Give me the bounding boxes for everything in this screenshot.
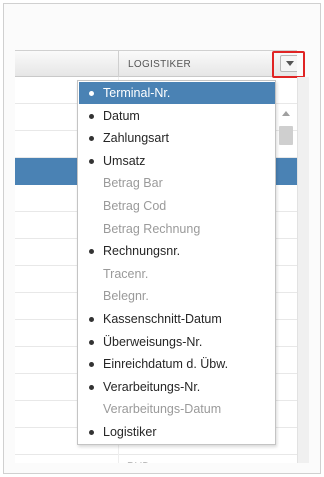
bullet-icon [89, 249, 94, 255]
column-menu-item[interactable]: Datum [79, 105, 275, 127]
column-menu-item-label: Zahlungsart [103, 131, 170, 146]
cell-logistiker: PUD [127, 461, 150, 463]
column-menu-item-label: Rechnungsnr. [103, 244, 181, 259]
column-menu-item[interactable]: Verarbeitungs-Datum [79, 398, 275, 420]
column-menu-item[interactable]: Überweisungs-Nr. [79, 331, 275, 353]
column-menu-item-label: Datum [103, 108, 140, 123]
column-menu-item-label: Umsatz [103, 153, 146, 168]
column-menu-item-label: Einreichdatum d. Übw. [103, 357, 229, 372]
column-menu-item[interactable]: Belegnr. [79, 285, 275, 307]
column-menu-item[interactable]: Tracenr. [79, 263, 275, 285]
column-menu-item-label: Betrag Cod [103, 199, 167, 213]
column-menu-item-label: Terminal-Nr. [103, 86, 171, 100]
column-menu-item[interactable]: Einreichdatum d. Übw. [79, 353, 275, 375]
bullet-icon [89, 317, 94, 322]
cell-divider [118, 455, 119, 463]
bullet-icon [89, 384, 94, 390]
column-menu-item-label: Logistiker [103, 425, 157, 439]
menu-scrollbar[interactable] [279, 111, 294, 453]
column-menu-item[interactable]: Terminal-Nr. [79, 82, 275, 104]
column-header-logistiker[interactable]: LOGISTIKER [128, 59, 191, 70]
column-menu-item-label: Betrag Bar [103, 176, 163, 191]
column-divider[interactable] [118, 51, 119, 78]
scroll-thumb[interactable] [279, 126, 293, 145]
column-menu-item-label: Betrag Rechnung [103, 221, 201, 236]
bullet-icon [89, 136, 94, 142]
arrow-up-icon[interactable] [282, 111, 290, 116]
column-menu-item-label: Belegnr. [103, 289, 149, 304]
column-menu-item[interactable]: Betrag Cod [79, 195, 275, 217]
column-menu-item-label: Verarbeitungs-Nr. [103, 379, 201, 394]
column-menu-item-label: Überweisungs-Nr. [103, 334, 203, 349]
column-menu-item-label: Tracenr. [103, 266, 149, 281]
column-menu-item[interactable]: Logistiker [79, 421, 275, 443]
bullet-icon [89, 113, 94, 119]
column-menu-item[interactable]: Rechnungsnr. [79, 240, 275, 262]
bullet-icon [89, 158, 94, 164]
column-menu-item[interactable]: Betrag Bar [79, 172, 275, 194]
column-menu-item-label: Kassenschnitt-Datum [103, 312, 222, 326]
bullet-icon [89, 362, 94, 368]
column-menu-item[interactable]: Umsatz [79, 150, 275, 172]
bullet-icon [89, 339, 94, 345]
column-menu: Terminal-Nr. Datum Zahlungsart Umsatz Betrag… [77, 80, 293, 445]
column-menu-item[interactable]: Zahlungsart [79, 127, 275, 149]
table-row[interactable]: PUD [15, 455, 297, 463]
highlight-box [272, 51, 305, 78]
grid-header: LOGISTIKER [15, 50, 297, 78]
column-menu-item[interactable]: Kassenschnitt-Datum [79, 308, 275, 330]
bullet-icon [89, 430, 94, 435]
column-menu-item-label: Verarbeitungs-Datum [103, 402, 222, 417]
column-menu-item[interactable]: Betrag Rechnung [79, 218, 275, 240]
grid-scrollbar[interactable] [297, 77, 309, 463]
column-menu-item[interactable]: Verarbeitungs-Nr. [79, 376, 275, 398]
bullet-icon [89, 91, 94, 96]
